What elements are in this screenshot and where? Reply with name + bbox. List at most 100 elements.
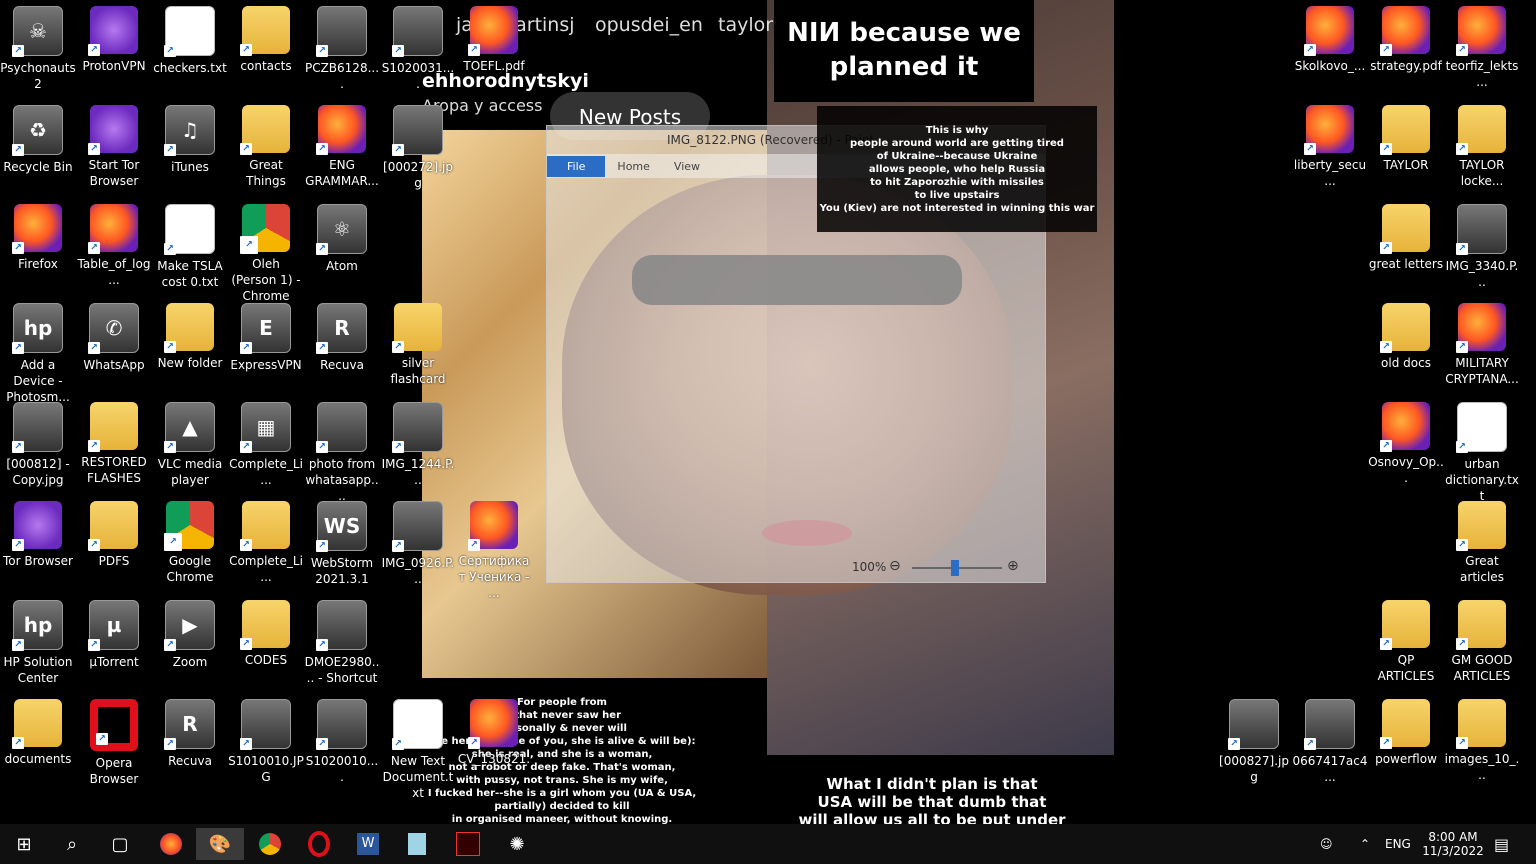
folder-icon [1456, 105, 1506, 155]
desktop-icon[interactable]: photo from whatasapp.... [304, 400, 380, 504]
desktop-icon[interactable]: QP ARTICLES [1368, 598, 1444, 684]
desktop-icon[interactable]: Oleh (Person 1) - Chrome [228, 202, 304, 304]
desktop-icon[interactable]: Tor Browser [0, 499, 76, 569]
desktop-icon[interactable]: IMG_1244.P... [380, 400, 456, 488]
desktop-icon[interactable]: silver flashcard [380, 301, 456, 387]
desktop-icon[interactable]: urban dictionary.txt [1444, 400, 1520, 504]
desktop-icon[interactable]: PDFS [76, 499, 152, 569]
desktop-icon[interactable]: hpAdd a Device - Photosm... [0, 301, 76, 405]
opera-icon[interactable] [303, 828, 335, 860]
desktop-icon-label: HP Solution Center [3, 655, 73, 685]
games-icon[interactable] [452, 828, 484, 860]
desktop-icon[interactable]: ♫ iTunes [152, 103, 228, 175]
desktop-icon[interactable]: E ExpressVPN [228, 301, 304, 373]
desktop-icon[interactable]: TOEFL.pdf [456, 4, 532, 74]
people-icon[interactable]: ☺ [1320, 824, 1333, 864]
desktop-icon[interactable]: DMOE2980.... - Shortcut [304, 598, 380, 686]
desktop-icon[interactable]: ENG GRAMMAR... [304, 103, 380, 189]
desktop-icon[interactable]: Сертификат Ученика - ... [456, 499, 532, 601]
desktop-icon[interactable]: Table_of_log... [76, 202, 152, 288]
desktop-icon[interactable]: Google Chrome [152, 499, 228, 585]
taskbar: ⊞ ⌕ ▢ 🎨 W ✺ ☺ ⌃ ENG 8:00 AM 11/3/2022 ▤ [0, 824, 1536, 864]
desktop-icon[interactable]: MILITARY CRYPTANA... [1444, 301, 1520, 387]
desktop-icon[interactable]: ▦ Complete_Li... [228, 400, 304, 488]
desktop-icon[interactable]: RESTORED FLASHES [76, 400, 152, 486]
firefox-icon[interactable] [155, 828, 187, 860]
desktop-icon[interactable]: Make TSLA cost 0.txt [152, 202, 228, 290]
tab-file[interactable]: File [547, 155, 606, 177]
desktop-icon[interactable]: R Recuva [304, 301, 380, 373]
desktop-icon[interactable]: Complete_Li... [228, 499, 304, 585]
desktop-icon[interactable]: 0667417ac4... [1292, 697, 1368, 785]
desktop-icon[interactable]: great letters [1368, 202, 1444, 272]
desktop-icon[interactable]: CODES [228, 598, 304, 668]
zoom-slider-thumb[interactable] [951, 560, 959, 576]
notepad-icon[interactable] [401, 828, 433, 860]
desktop-icon[interactable]: ▶ Zoom [152, 598, 228, 670]
start-icon[interactable]: ⊞ [8, 828, 40, 860]
desktop-icon[interactable]: Opera Browser [76, 697, 152, 787]
language-indicator[interactable]: ENG [1385, 824, 1411, 864]
desktop-icon[interactable]: TAYLOR locke... [1444, 103, 1520, 189]
desktop-icon[interactable]: TAYLOR [1368, 103, 1444, 173]
atom-icon: ⚛ [316, 204, 367, 255]
desktop-icon[interactable]: ☠ Psychonauts 2 [0, 4, 76, 92]
text-file-icon [392, 699, 443, 750]
desktop-icon[interactable]: old docs [1368, 301, 1444, 371]
clock[interactable]: 8:00 AM 11/3/2022 [1418, 824, 1488, 864]
desktop-icon[interactable]: S1020010.... [304, 697, 380, 785]
desktop-icon[interactable]: CV_130821... [456, 697, 532, 783]
folder-icon [12, 699, 62, 749]
desktop-icon[interactable]: µ µTorrent [76, 598, 152, 670]
zoom-in-icon[interactable]: ⊕ [1007, 558, 1019, 574]
desktop-icon[interactable]: IMG_3340.P... [1444, 202, 1520, 290]
desktop-icon[interactable]: documents [0, 697, 76, 767]
desktop-icon[interactable]: [000827].jpg [1216, 697, 1292, 785]
desktop-icon[interactable]: Start Tor Browser [76, 103, 152, 189]
desktop-icon[interactable]: R Recuva [152, 697, 228, 769]
desktop-icon[interactable]: ♻ Recycle Bin [0, 103, 76, 175]
tab-view[interactable]: View [662, 160, 712, 173]
desktop-icon-label: WebStorm 2021.3.1 [310, 556, 374, 586]
desktop-icon[interactable]: PCZB6128.... [304, 4, 380, 92]
desktop-icon[interactable]: hp HP Solution Center [0, 598, 76, 686]
settings-icon[interactable]: ✺ [501, 828, 533, 860]
desktop-icon[interactable]: Skolkovo_... [1292, 4, 1368, 74]
zoom-out-icon[interactable]: ⊖ [889, 558, 901, 574]
desktop-icon[interactable]: [000812] - Copy.jpg [0, 400, 76, 488]
tab-home[interactable]: Home [605, 160, 661, 173]
desktop-icon[interactable]: powerflow [1368, 697, 1444, 767]
desktop-icon[interactable]: S1020031.... [380, 4, 456, 92]
desktop-icon[interactable]: contacts [228, 4, 304, 74]
desktop-icon[interactable]: strategy.pdf [1368, 4, 1444, 74]
task-view-icon[interactable]: ▢ [104, 828, 136, 860]
desktop-icon[interactable]: Firefox [0, 202, 76, 272]
desktop-icon[interactable]: ⚛ Atom [304, 202, 380, 274]
desktop-icon[interactable]: Great Things [228, 103, 304, 189]
desktop-icon[interactable]: New folder [152, 301, 228, 371]
hp-icon: hp [12, 600, 63, 651]
desktop-icon[interactable]: S1010010.JPG [228, 697, 304, 785]
chrome-icon[interactable] [254, 828, 286, 860]
desktop-icon[interactable]: liberty_secu... [1292, 103, 1368, 189]
desktop-icon[interactable]: images_10_... [1444, 697, 1520, 783]
search-icon[interactable]: ⌕ [56, 828, 88, 860]
desktop-icon[interactable]: ProtonVPN [76, 4, 152, 74]
image-file-icon [392, 501, 443, 552]
desktop-icon[interactable]: teorfiz_lekts... [1444, 4, 1520, 90]
desktop-icon[interactable]: GM GOOD ARTICLES [1444, 598, 1520, 684]
word-icon[interactable]: W [352, 828, 384, 860]
desktop-icon[interactable]: [000272].jpg [380, 103, 456, 191]
desktop-icon[interactable]: checkers.txt [152, 4, 228, 76]
desktop-icon[interactable]: WS WebStorm 2021.3.1 [304, 499, 380, 587]
chevron-up-icon[interactable]: ⌃ [1360, 824, 1370, 864]
desktop-icon[interactable]: ▲ VLC media player [152, 400, 228, 488]
notifications-icon[interactable]: ▤ [1494, 824, 1509, 864]
desktop-icon[interactable]: Great articles [1444, 499, 1520, 585]
desktop-icon[interactable]: Osnovy_Op... [1368, 400, 1444, 486]
desktop-icon[interactable]: IMG_0926.P... [380, 499, 456, 587]
desktop-icon-label: GM GOOD ARTICLES [1451, 653, 1513, 683]
desktop-icon[interactable]: New Text Document.txt [380, 697, 456, 801]
paint-icon[interactable]: 🎨 [196, 828, 244, 860]
desktop-icon[interactable]: ✆ WhatsApp [76, 301, 152, 373]
